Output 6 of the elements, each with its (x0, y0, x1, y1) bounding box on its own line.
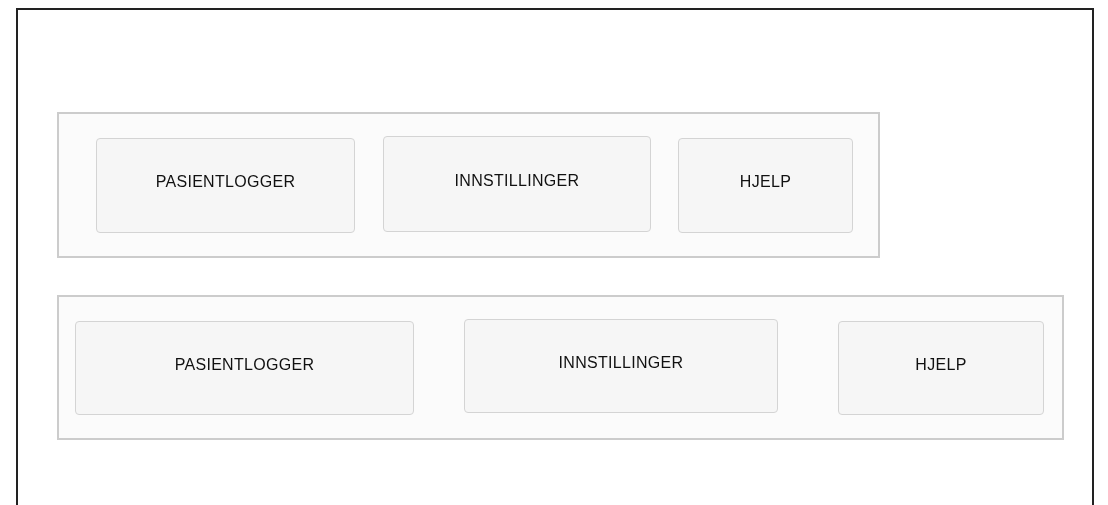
nav-button[interactable]: INNSTILLINGER (464, 319, 778, 413)
nav-button[interactable]: INNSTILLINGER (383, 135, 651, 232)
nav-button[interactable]: PASIENTLOGGER (96, 137, 355, 233)
nav-button[interactable]: HJELP (838, 320, 1044, 415)
nav-button[interactable]: HJELP (678, 137, 853, 233)
nav-button[interactable]: PASIENTLOGGER (75, 320, 414, 415)
